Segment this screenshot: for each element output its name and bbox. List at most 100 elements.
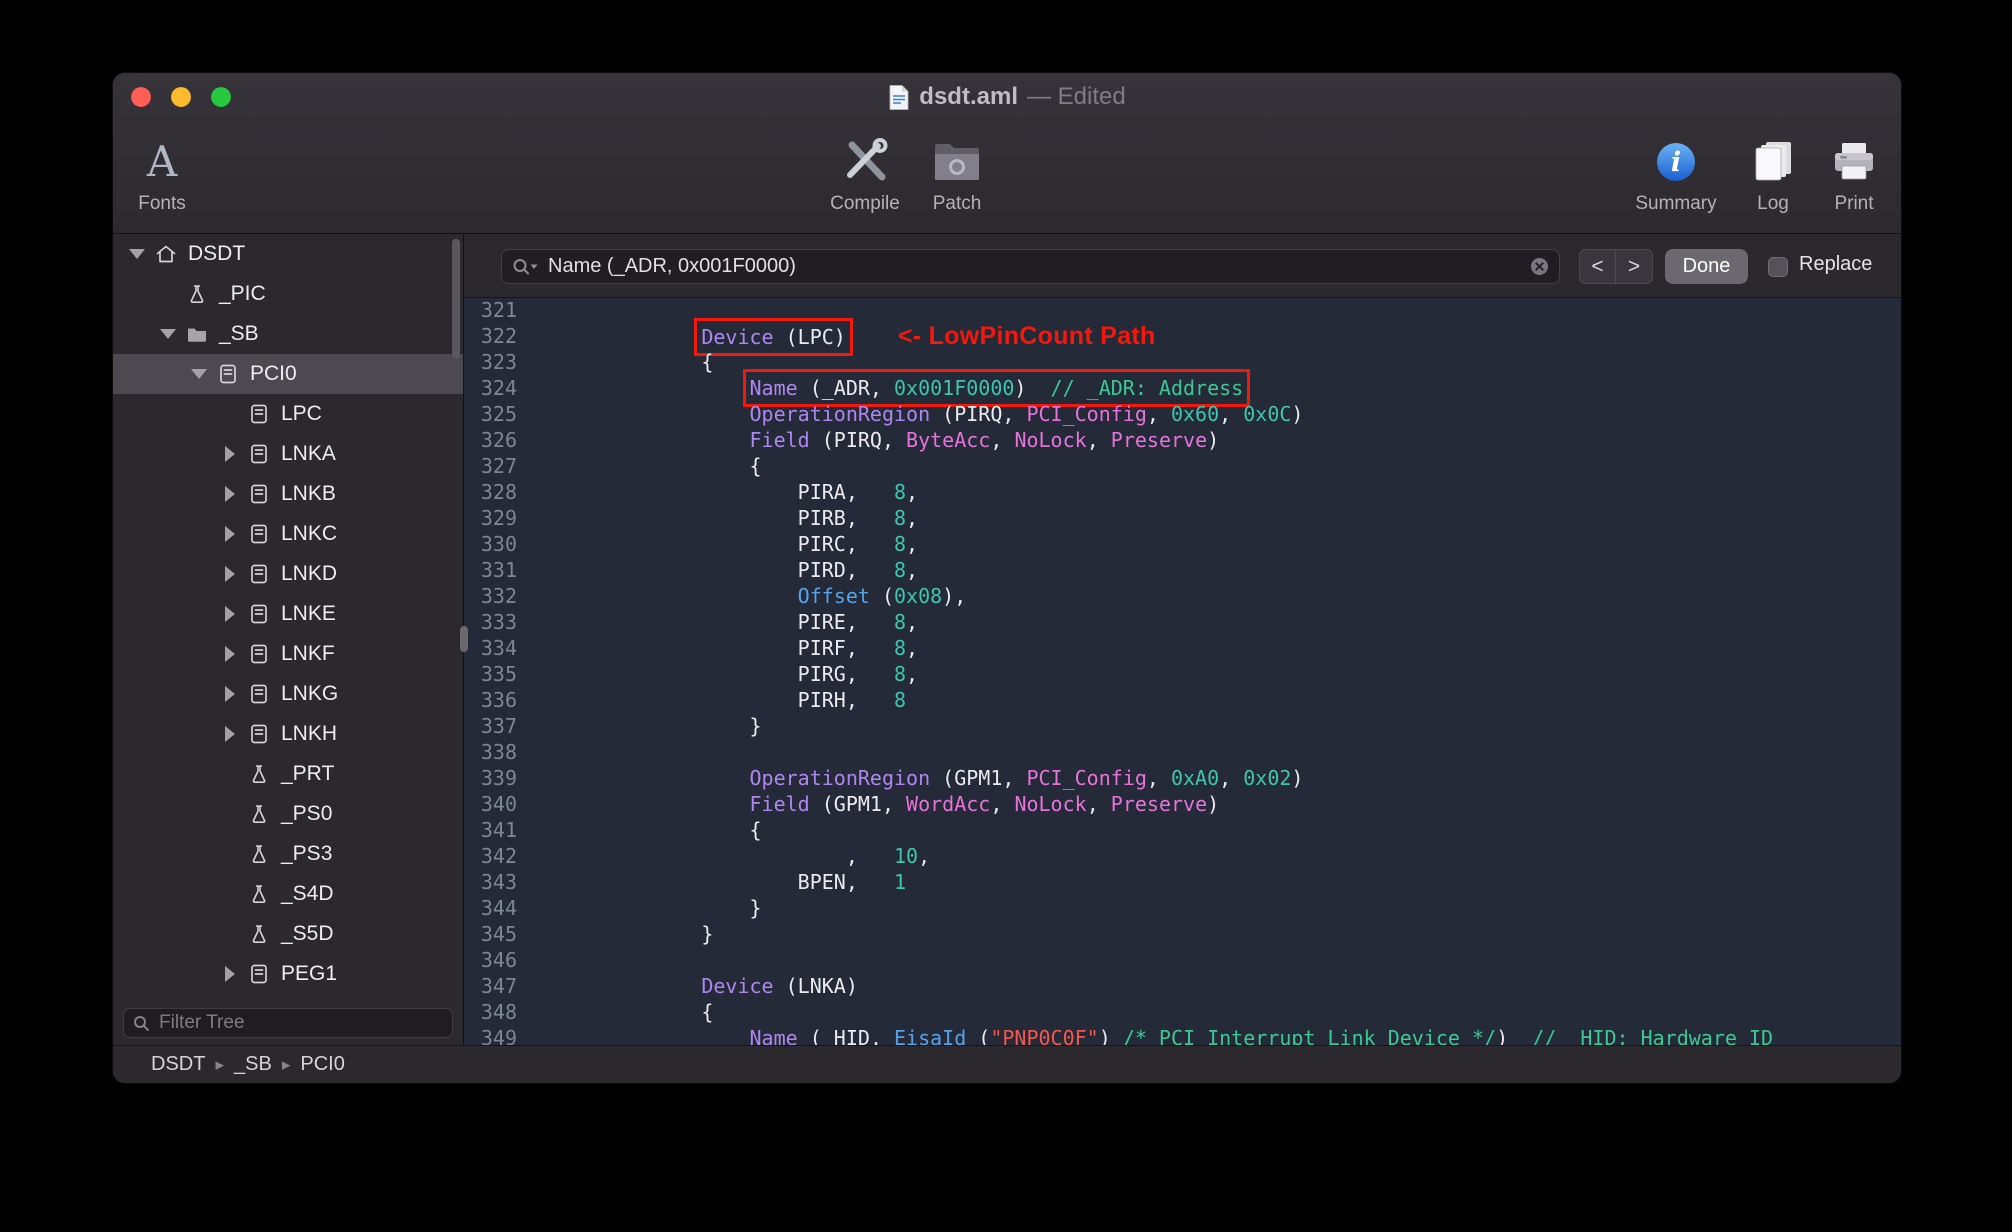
sidebar-item-lnkc[interactable]: LNKC (113, 514, 463, 554)
breadcrumb-item-dsdt[interactable]: DSDT (151, 1053, 205, 1076)
disclosure-triangle[interactable] (216, 726, 244, 742)
disclosure-triangle[interactable] (216, 486, 244, 502)
line-number: 328 (480, 480, 517, 504)
code-line[interactable]: 347 Device (LNKA) (464, 973, 1901, 999)
code-line[interactable]: 324 Name (_ADR, 0x001F0000) // _ADR: Add… (464, 369, 1901, 407)
toolbar-button-fonts[interactable]: A Fonts (120, 125, 204, 229)
sidebar-item-_prt[interactable]: _PRT (113, 754, 463, 794)
disclosure-triangle[interactable] (185, 369, 213, 379)
disclosure-triangle[interactable] (154, 329, 182, 339)
sidebar-item-lnkg[interactable]: LNKG (113, 674, 463, 714)
sidebar-item-dsdt[interactable]: DSDT (113, 234, 463, 274)
code-line[interactable]: 342 , 10, (464, 843, 1901, 869)
sidebar-item-_s5d[interactable]: _S5D (113, 914, 463, 954)
code-line[interactable]: 327 { (464, 453, 1901, 479)
tree-item-label: LNKG (281, 682, 339, 705)
code-line[interactable]: 329 PIRB, 8, (464, 505, 1901, 531)
code-line[interactable]: 326 Field (PIRQ, ByteAcc, NoLock, Preser… (464, 427, 1901, 453)
done-button[interactable]: Done (1665, 249, 1748, 284)
code-line[interactable]: 341 { (464, 817, 1901, 843)
find-previous-button[interactable]: < (1579, 249, 1616, 284)
sidebar-item-lnkd[interactable]: LNKD (113, 554, 463, 594)
code-line[interactable]: 322 Device (LPC) <- LowPinCount Path (464, 318, 1901, 356)
code-line[interactable]: 346 (464, 947, 1901, 973)
toolbar-button-patch[interactable]: Patch (915, 125, 999, 229)
sidebar-item-lpc[interactable]: LPC (113, 394, 463, 434)
tree-item-label: _PS3 (281, 842, 333, 865)
sidebar-scrollbar-thumb[interactable] (452, 239, 460, 359)
tree-item-label: _PRT (281, 762, 335, 785)
sidebar-item-_s4d[interactable]: _S4D (113, 874, 463, 914)
sidebar-item-lnkh[interactable]: LNKH (113, 714, 463, 754)
breadcrumb-item-pci0[interactable]: PCI0 (300, 1053, 344, 1076)
line-number: 327 (480, 454, 517, 478)
sidebar-item-lnkb[interactable]: LNKB (113, 474, 463, 514)
code-line[interactable]: 349 Name (_HID, EisaId ("PNP0C0F") /* PC… (464, 1025, 1901, 1046)
code-line[interactable]: 321 (464, 297, 1901, 323)
code-line[interactable]: 333 PIRE, 8, (464, 609, 1901, 635)
code-line[interactable]: 336 PIRH, 8 (464, 687, 1901, 713)
find-next-button[interactable]: > (1616, 249, 1653, 284)
fonts-icon: A (146, 137, 178, 186)
sidebar-item-_pic[interactable]: _PIC (113, 274, 463, 314)
find-input[interactable] (546, 254, 1522, 279)
disclosure-triangle[interactable] (216, 686, 244, 702)
code-line[interactable]: 348 { (464, 999, 1901, 1025)
device-icon (246, 401, 272, 427)
filter-zone (113, 1000, 463, 1046)
disclosure-triangle[interactable] (216, 526, 244, 542)
code-line[interactable]: 339 OperationRegion (GPM1, PCI_Config, 0… (464, 765, 1901, 791)
toolbar-button-print[interactable]: Print (1812, 125, 1896, 229)
line-number: 342 (480, 844, 517, 868)
code-line[interactable]: 337 } (464, 713, 1901, 739)
sidebar-item-_ps0[interactable]: _PS0 (113, 794, 463, 834)
code-line[interactable]: 328 PIRA, 8, (464, 479, 1901, 505)
line-number: 324 (480, 376, 517, 400)
code-line[interactable]: 331 PIRD, 8, (464, 557, 1901, 583)
find-field[interactable] (501, 249, 1560, 284)
line-number: 326 (480, 428, 517, 452)
maciasl-window: dsdt.aml — Edited A Fonts Compile Patch i Sum… (113, 73, 1901, 1083)
disclosure-triangle[interactable] (216, 646, 244, 662)
sidebar-item-peg1[interactable]: PEG1 (113, 954, 463, 994)
toolbar-button-log[interactable]: Log (1731, 125, 1815, 229)
device-icon (246, 641, 272, 667)
filter-tree-field[interactable] (123, 1008, 453, 1038)
breadcrumb-item-_sb[interactable]: _SB (234, 1053, 272, 1076)
device-icon (246, 681, 272, 707)
code-line[interactable]: 325 OperationRegion (PIRQ, PCI_Config, 0… (464, 401, 1901, 427)
code-line[interactable]: 332 Offset (0x08), (464, 583, 1901, 609)
sidebar-item-lnkf[interactable]: LNKF (113, 634, 463, 674)
sidebar-item-_sb[interactable]: _SB (113, 314, 463, 354)
sidebar-item-pci0[interactable]: PCI0 (113, 354, 463, 394)
disclosure-triangle[interactable] (216, 606, 244, 622)
code-line[interactable]: 345 } (464, 921, 1901, 947)
replace-checkbox[interactable] (1768, 257, 1788, 277)
disclosure-triangle[interactable] (216, 566, 244, 582)
code-line[interactable]: 344 } (464, 895, 1901, 921)
print-icon (1830, 133, 1878, 191)
method-icon (246, 841, 272, 867)
code-line[interactable]: 343 BPEN, 1 (464, 869, 1901, 895)
toolbar-button-summary[interactable]: i Summary (1634, 125, 1718, 229)
clear-search-button[interactable] (1530, 257, 1549, 276)
code-line[interactable]: 323 { (464, 349, 1901, 375)
code-line[interactable]: 334 PIRF, 8, (464, 635, 1901, 661)
code-line[interactable]: 335 PIRG, 8, (464, 661, 1901, 687)
disclosure-triangle[interactable] (123, 249, 151, 259)
code-line[interactable]: 338 (464, 739, 1901, 765)
code-line[interactable]: 340 Field (GPM1, WordAcc, NoLock, Preser… (464, 791, 1901, 817)
filter-tree-input[interactable] (157, 1011, 443, 1035)
pane-splitter-handle[interactable] (460, 626, 468, 652)
code-line[interactable]: 330 PIRC, 8, (464, 531, 1901, 557)
sidebar-item-lnke[interactable]: LNKE (113, 594, 463, 634)
disclosure-triangle[interactable] (216, 446, 244, 462)
sidebar-item-_ps3[interactable]: _PS3 (113, 834, 463, 874)
line-number: 344 (480, 896, 517, 920)
sidebar-item-lnka[interactable]: LNKA (113, 434, 463, 474)
search-menu-icon[interactable] (512, 257, 538, 277)
disclosure-triangle[interactable] (216, 966, 244, 982)
method-icon (246, 761, 272, 787)
code-editor[interactable]: 321 322 Device (LPC) <- LowPinCount Path 32… (464, 297, 1901, 1046)
toolbar-button-compile[interactable]: Compile (823, 125, 907, 229)
